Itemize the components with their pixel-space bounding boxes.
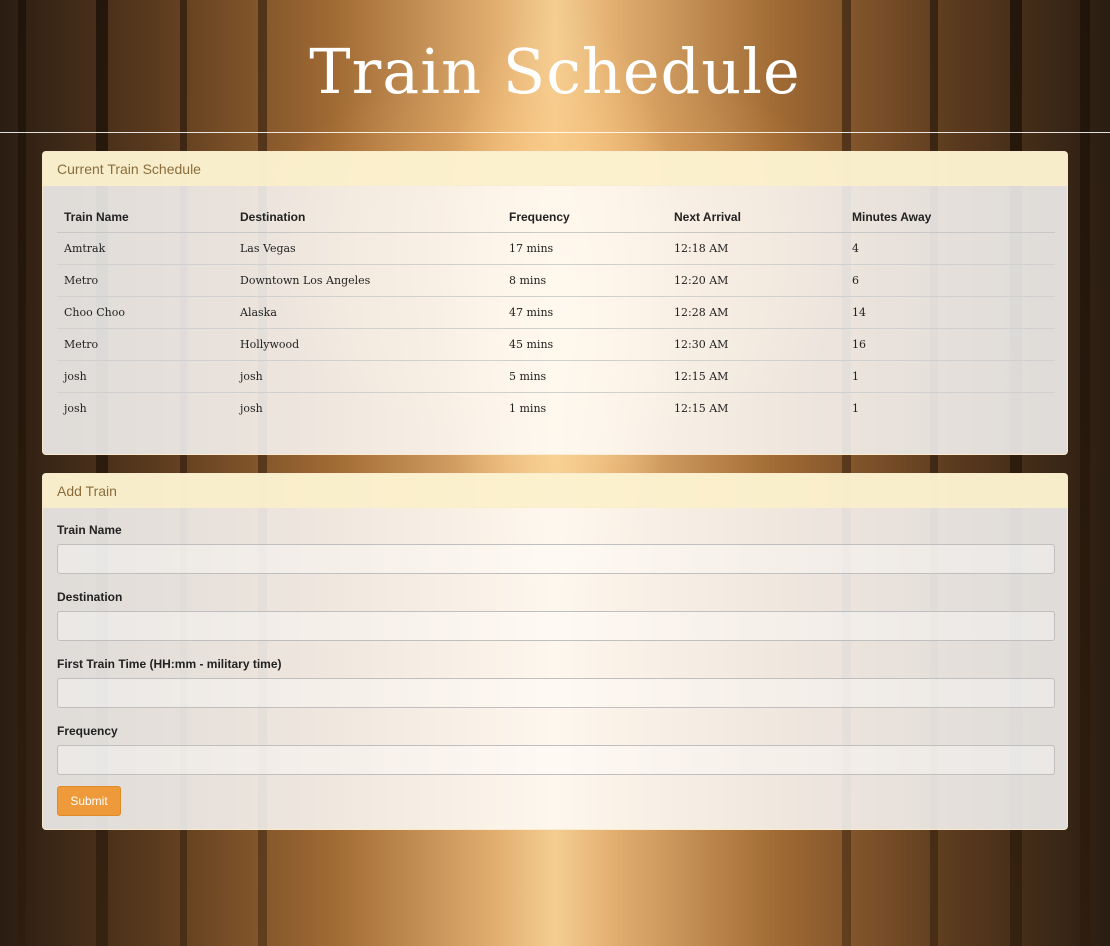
first-train-time-input[interactable] <box>57 678 1055 708</box>
table-row: Choo Choo Alaska 47 mins 12:28 AM 14 <box>57 296 1055 329</box>
destination-group: Destination <box>57 589 1055 641</box>
cell-next-arrival: 12:30 AM <box>667 328 845 361</box>
cell-frequency: 5 mins <box>502 360 667 393</box>
cell-train-name: josh <box>64 402 87 415</box>
cell-next-arrival: 12:15 AM <box>674 402 729 415</box>
table-row: josh josh 1 mins 12:15 AM 1 <box>57 393 1055 425</box>
frequency-input[interactable] <box>57 745 1055 775</box>
cell-destination: Hollywood <box>233 328 502 361</box>
cell-train-name: Metro <box>57 264 233 297</box>
column-header-train-name: Train Name <box>57 202 233 233</box>
destination-label: Destination <box>57 590 123 604</box>
table-row: josh josh 5 mins 12:15 AM 1 <box>57 360 1055 393</box>
cell-destination: Downtown Los Angeles <box>233 264 502 297</box>
first-train-time-group: First Train Time (HH:mm - military time) <box>57 656 1055 708</box>
add-train-panel-title: Add Train <box>43 474 1067 508</box>
cell-frequency: 8 mins <box>502 264 667 297</box>
schedule-table: Train Name Destination Frequency Next Ar… <box>57 202 1055 424</box>
schedule-panel: Current Train Schedule Train Name Destin… <box>42 151 1068 455</box>
cell-next-arrival: 12:15 AM <box>667 360 845 393</box>
column-header-destination: Destination <box>233 202 502 233</box>
column-header-next-arrival: Next Arrival <box>667 202 845 233</box>
cell-train-name: Metro <box>57 328 233 361</box>
destination-input[interactable] <box>57 611 1055 641</box>
frequency-label: Frequency <box>57 724 118 738</box>
table-row: Metro Hollywood 45 mins 12:30 AM 16 <box>57 328 1055 361</box>
table-row: Metro Downtown Los Angeles 8 mins 12:20 … <box>57 264 1055 297</box>
cell-destination: Las Vegas <box>233 232 502 265</box>
background-tree <box>1080 0 1090 946</box>
cell-frequency: 1 mins <box>509 402 547 415</box>
cell-next-arrival: 12:20 AM <box>667 264 845 297</box>
cell-minutes-away: 4 <box>845 232 1055 265</box>
add-train-panel: Add Train Train Name Destination First T… <box>42 473 1068 830</box>
train-name-input[interactable] <box>57 544 1055 574</box>
cell-next-arrival: 12:18 AM <box>667 232 845 265</box>
first-train-time-label: First Train Time (HH:mm - military time) <box>57 657 282 671</box>
train-name-label: Train Name <box>57 523 122 537</box>
column-header-frequency: Frequency <box>502 202 667 233</box>
cell-minutes-away: 6 <box>845 264 1055 297</box>
cell-frequency: 17 mins <box>502 232 667 265</box>
cell-train-name: josh <box>57 360 233 393</box>
schedule-panel-title: Current Train Schedule <box>43 152 1067 186</box>
page-title: Train Schedule <box>309 35 801 108</box>
header-divider <box>0 132 1110 133</box>
background-tree <box>18 0 26 946</box>
table-header-row: Train Name Destination Frequency Next Ar… <box>57 202 1055 233</box>
cell-next-arrival: 12:28 AM <box>667 296 845 329</box>
cell-minutes-away: 1 <box>845 360 1055 393</box>
submit-button[interactable]: Submit <box>57 786 121 816</box>
column-header-minutes-away: Minutes Away <box>845 202 1055 233</box>
cell-minutes-away: 1 <box>852 402 859 415</box>
cell-destination: Alaska <box>233 296 502 329</box>
cell-frequency: 45 mins <box>502 328 667 361</box>
cell-train-name: Choo Choo <box>57 296 233 329</box>
add-train-form: Train Name Destination First Train Time … <box>57 522 1055 790</box>
cell-frequency: 47 mins <box>502 296 667 329</box>
cell-train-name: Amtrak <box>57 232 233 265</box>
cell-destination: josh <box>240 402 263 415</box>
train-name-group: Train Name <box>57 522 1055 574</box>
cell-minutes-away: 16 <box>845 328 1055 361</box>
cell-minutes-away: 14 <box>845 296 1055 329</box>
cell-destination: josh <box>233 360 502 393</box>
table-row: Amtrak Las Vegas 17 mins 12:18 AM 4 <box>57 232 1055 265</box>
frequency-group: Frequency <box>57 723 1055 775</box>
